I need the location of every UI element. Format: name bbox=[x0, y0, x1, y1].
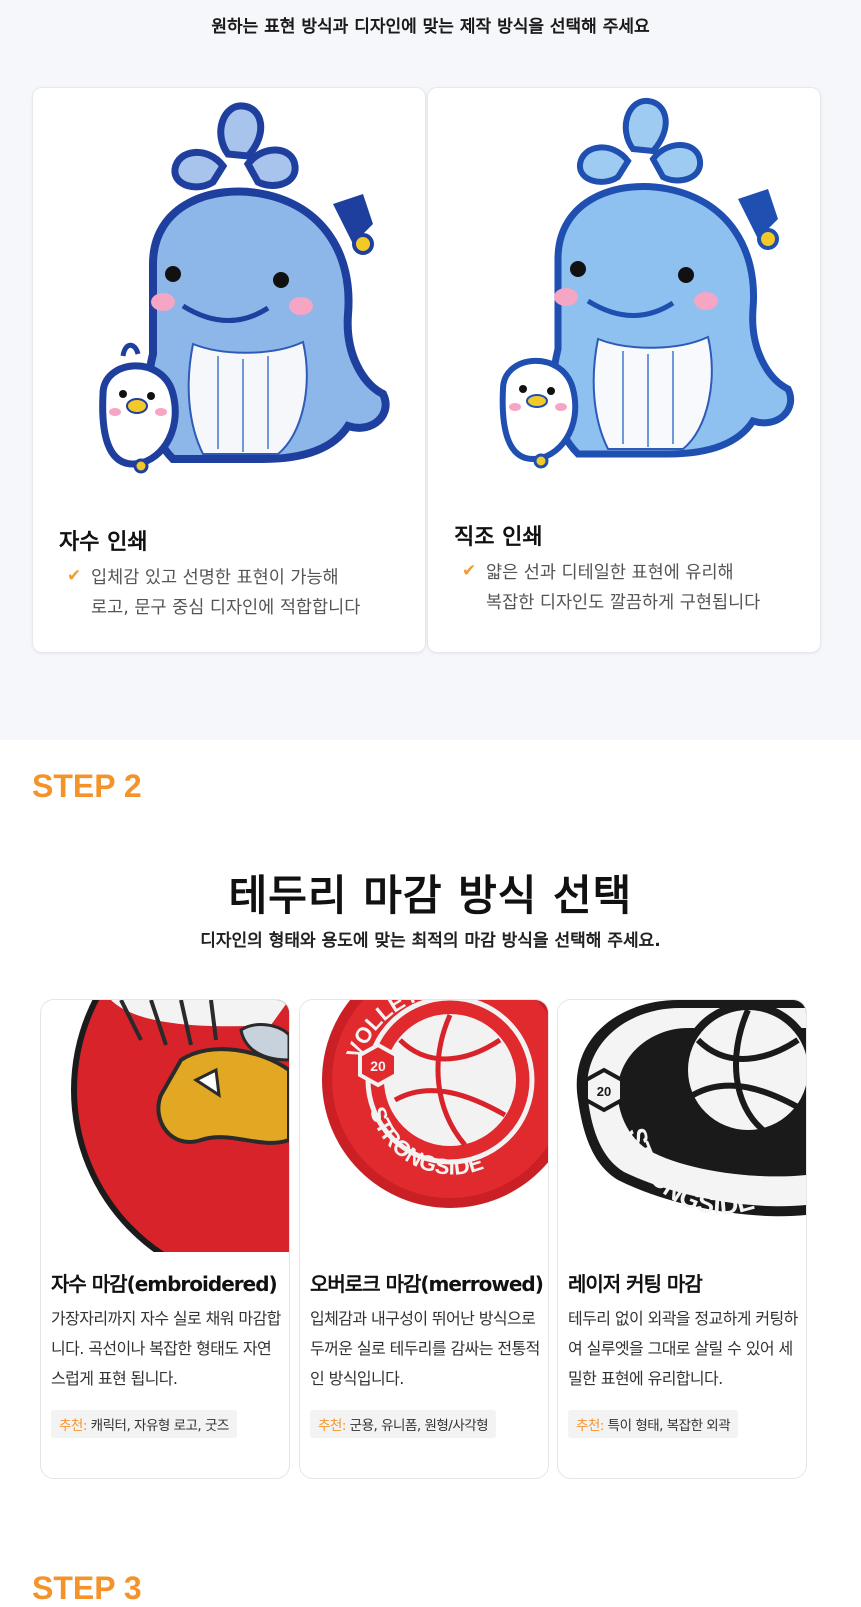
section-title: 테두리 마감 방식 선택 bbox=[228, 871, 633, 920]
recommendation-badge: 추천: 특이 형태, 복잡한 외곽 bbox=[568, 1410, 739, 1438]
patch-number: 20 bbox=[370, 1058, 386, 1074]
option-description: 입체감 있고 선명한 표현이 가능해 로고, 문구 중심 디자인에 적합합니다 bbox=[91, 563, 360, 623]
step1-intro: 원하는 표현 방식과 디자인에 맞는 제작 방식을 선택해 주세요 bbox=[211, 17, 650, 37]
step-label: STEP 3 bbox=[32, 1570, 142, 1606]
finish-title: 레이저 커팅 마감 bbox=[568, 1272, 703, 1296]
step1-section: 원하는 표현 방식과 디자인에 맞는 제작 방식을 선택해 주세요 자수 인쇄 … bbox=[0, 0, 861, 740]
option-card-embroidery[interactable]: 자수 인쇄 ✔ 입체감 있고 선명한 표현이 가능해 로고, 문구 중심 디자인… bbox=[32, 87, 426, 653]
recommendation-label: 추천: bbox=[576, 1418, 604, 1434]
finish-description: 입체감과 내구성이 뛰어난 방식으로 두꺼운 실로 테두리를 감싸는 전통적인 … bbox=[310, 1309, 540, 1388]
finish-card-embroidered[interactable]: 자수 마감(embroidered) 가장자리까지 자수 실로 채워 마감합니다… bbox=[40, 999, 290, 1479]
finish-card-merrowed[interactable]: 20 STRONGSIDE VOLLEYBALL 오버로크 마감(merrowe… bbox=[299, 999, 549, 1479]
option-card-woven[interactable]: 직조 인쇄 ✔ 얇은 선과 디테일한 표현에 유리해 복잡한 디자인도 깔끔하게… bbox=[427, 87, 821, 653]
check-icon: ✔ bbox=[67, 566, 82, 586]
embroidered-edge-patch-image bbox=[41, 1000, 289, 1252]
recommendation-label: 추천: bbox=[59, 1418, 87, 1434]
option-description-line: 입체감 있고 선명한 표현이 가능해 bbox=[91, 568, 339, 588]
patch-number: 20 bbox=[597, 1084, 611, 1099]
option-description-line: 얇은 선과 디테일한 표현에 유리해 bbox=[486, 563, 734, 583]
finish-description: 테두리 없이 외곽을 정교하게 커팅하여 실루엣을 그대로 살릴 수 있어 세밀… bbox=[568, 1309, 798, 1388]
section-subtitle: 디자인의 형태와 용도에 맞는 최적의 마감 방식을 선택해 주세요. bbox=[200, 931, 661, 951]
whale-patch-embroidered-image bbox=[99, 102, 390, 474]
finish-description: 가장자리까지 자수 실로 채워 마감합니다. 곡선이나 복잡한 형태도 자연스럽… bbox=[51, 1309, 281, 1388]
recommendation-label: 추천: bbox=[318, 1418, 346, 1434]
option-description-line: 복잡한 디자인도 깔끔하게 구현됩니다 bbox=[486, 593, 761, 613]
recommendation-badge: 추천: 군용, 유니폼, 원형/사각형 bbox=[310, 1410, 497, 1438]
merrowed-edge-patch-image: 20 STRONGSIDE VOLLEYBALL bbox=[300, 1000, 548, 1252]
recommendation-value: 특이 형태, 복잡한 외곽 bbox=[603, 1418, 731, 1434]
option-title: 직조 인쇄 bbox=[454, 525, 543, 550]
laser-cut-patch-image: 20 STRONGSIDE bbox=[558, 1000, 806, 1252]
option-title: 자수 인쇄 bbox=[59, 530, 148, 555]
recommendation-value: 군용, 유니폼, 원형/사각형 bbox=[345, 1418, 489, 1434]
check-icon: ✔ bbox=[462, 561, 477, 581]
whale-patch-woven-image bbox=[499, 98, 794, 469]
recommendation-badge: 추천: 캐릭터, 자유형 로고, 굿즈 bbox=[51, 1410, 237, 1438]
finish-title: 자수 마감(embroidered) bbox=[51, 1272, 278, 1296]
option-description-line: 로고, 문구 중심 디자인에 적합합니다 bbox=[91, 598, 361, 618]
step-label: STEP 2 bbox=[32, 768, 142, 804]
option-description: 얇은 선과 디테일한 표현에 유리해 복잡한 디자인도 깔끔하게 구현됩니다 bbox=[486, 558, 760, 618]
recommendation-value: 캐릭터, 자유형 로고, 굿즈 bbox=[86, 1418, 230, 1434]
finish-title: 오버로크 마감(merrowed) bbox=[310, 1272, 544, 1296]
finish-card-laser-cut[interactable]: 20 STRONGSIDE 레이저 커팅 마감 테두리 없이 외곽을 정교하게 … bbox=[557, 999, 807, 1479]
